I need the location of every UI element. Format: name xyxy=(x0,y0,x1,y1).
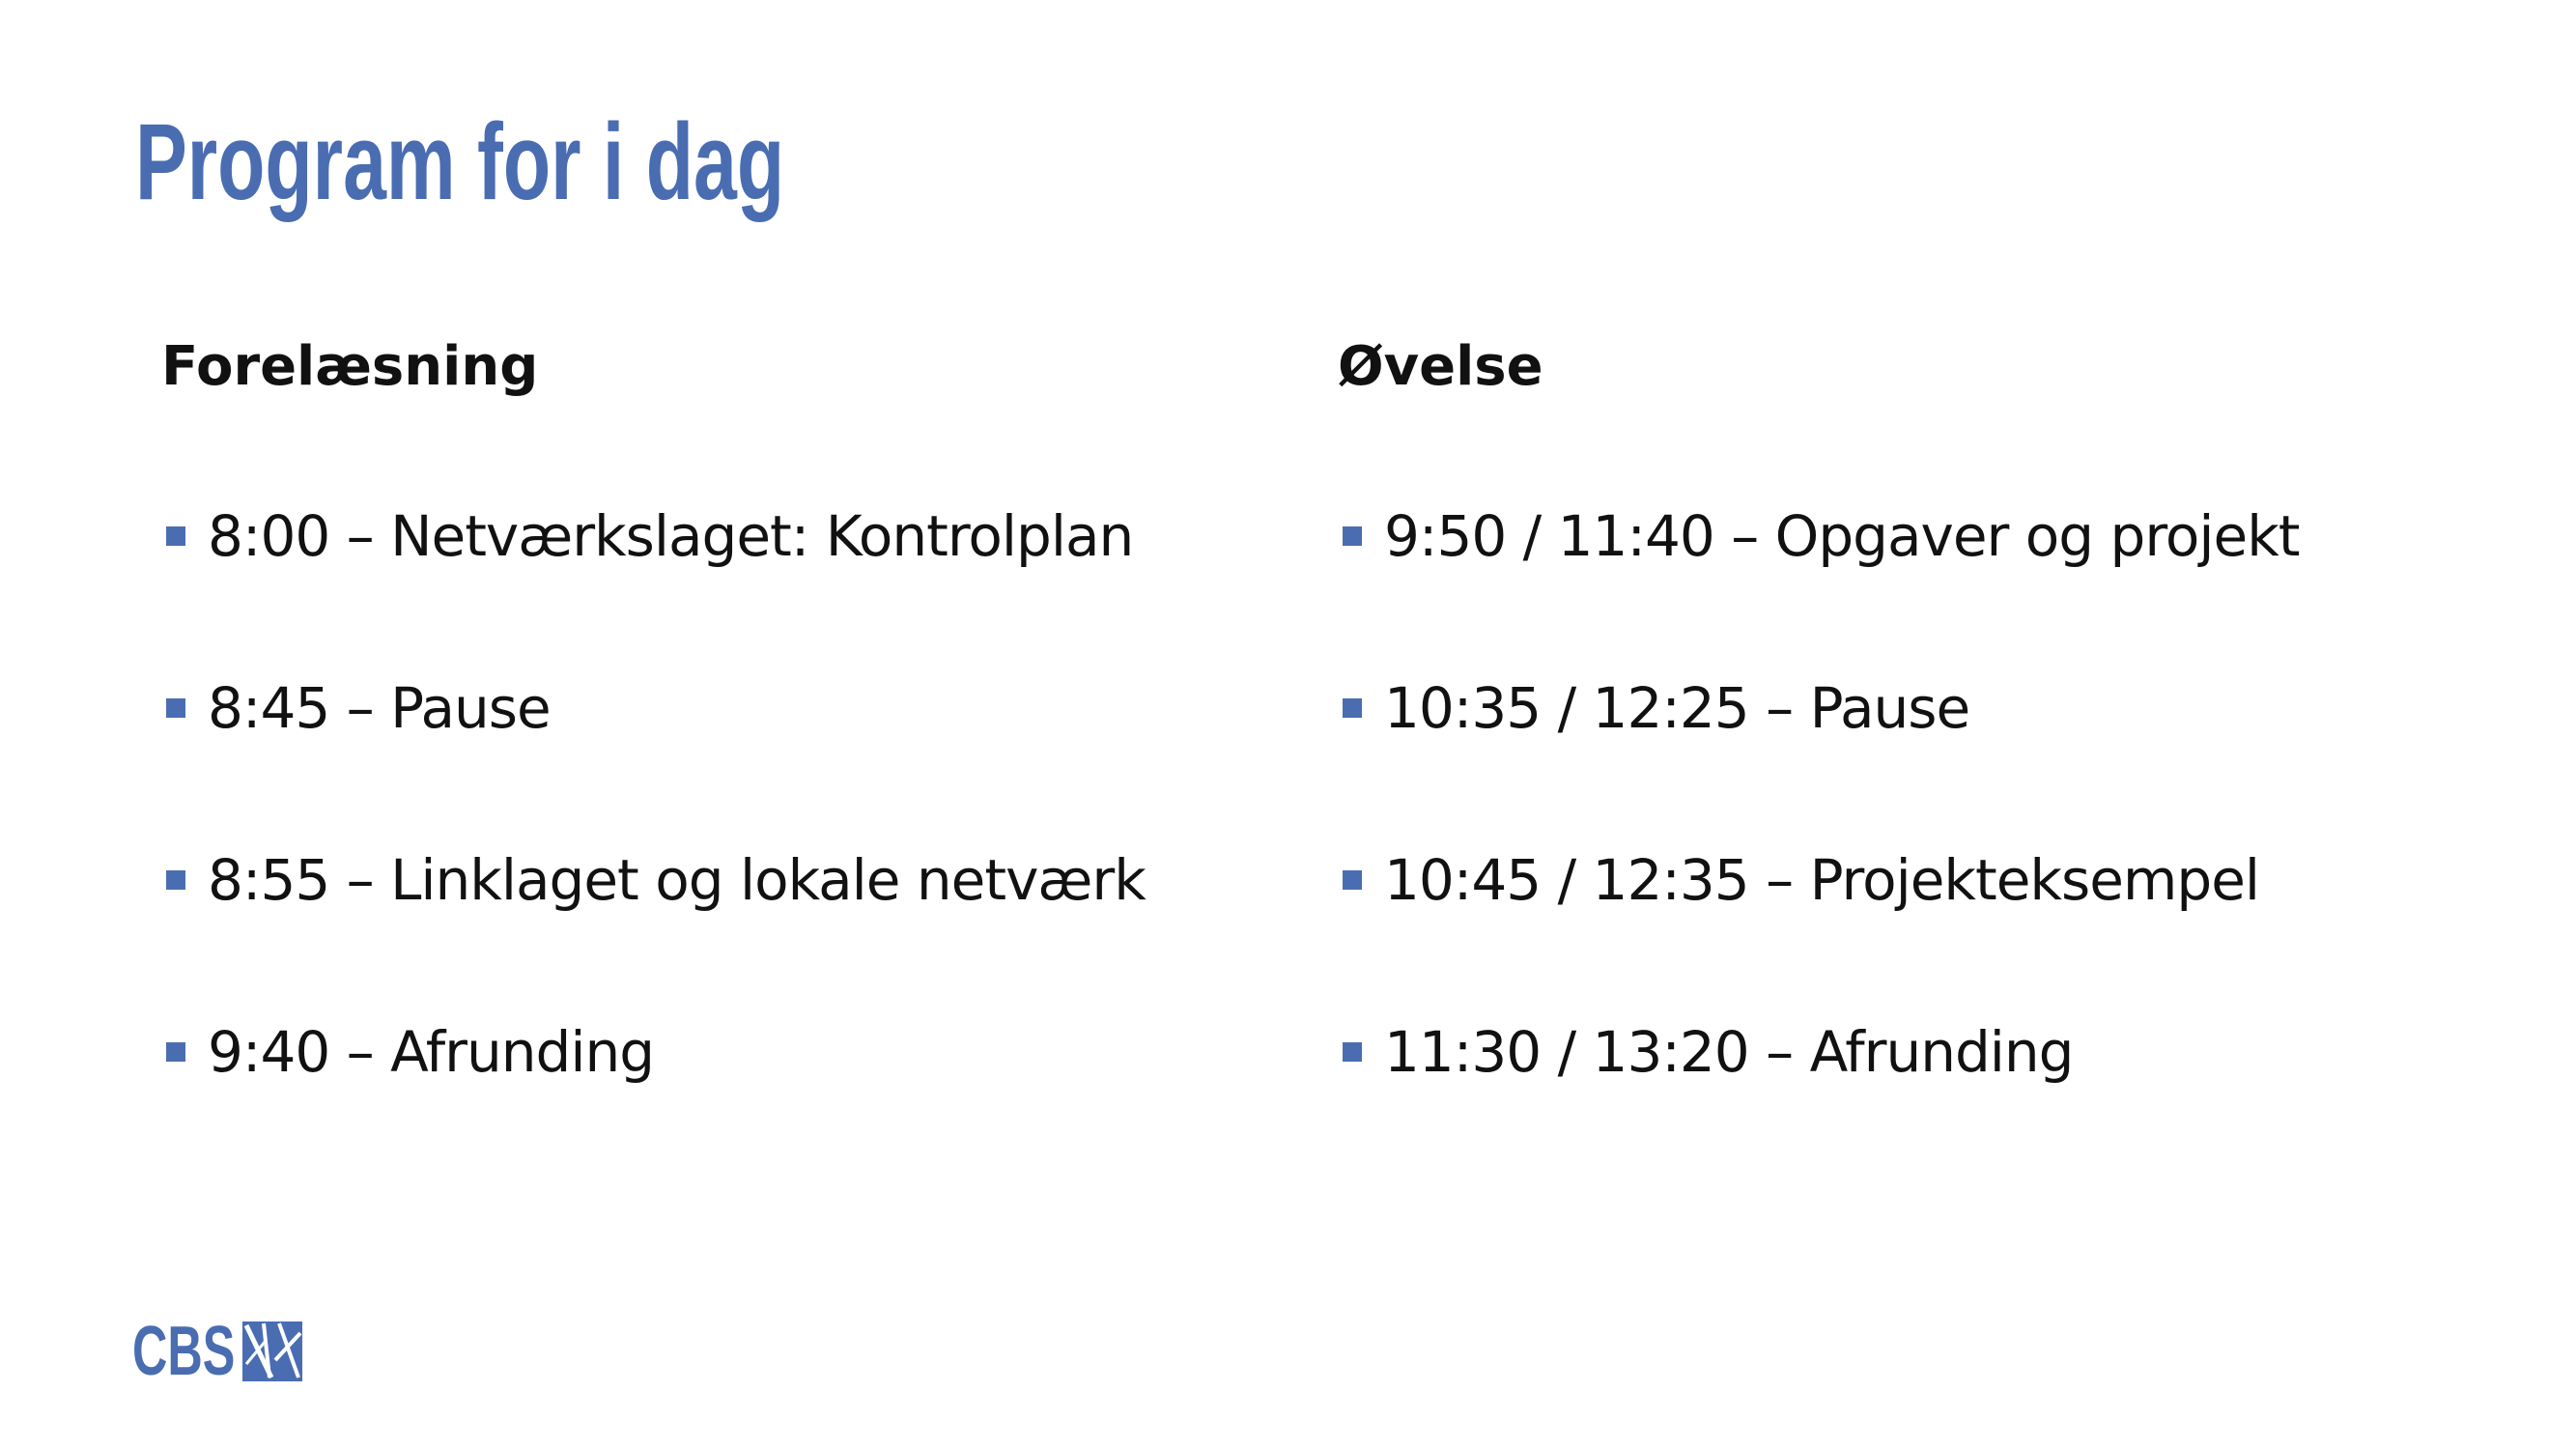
list-item: 8:45 – Pause xyxy=(161,669,1146,841)
list-item: 9:40 – Afrunding xyxy=(161,1013,1146,1185)
bullet-square-icon xyxy=(166,870,185,890)
bullet-square-icon xyxy=(166,526,185,546)
list-item-text: 11:30 / 13:20 – Afrunding xyxy=(1384,1019,2074,1085)
cbs-logo-mark-icon xyxy=(242,1321,302,1381)
list-item: 8:00 – Netværkslaget: Kontrolplan xyxy=(161,497,1146,669)
list-item-text: 10:35 / 12:25 – Pause xyxy=(1384,675,1970,741)
list-item-text: 9:40 – Afrunding xyxy=(208,1019,655,1085)
column-oevelse: Øvelse 9:50 / 11:40 – Opgaver og projekt… xyxy=(1338,328,2497,1085)
schedule-list: 9:50 / 11:40 – Opgaver og projekt 10:35 … xyxy=(1338,497,2301,1185)
column-forelaesning: Forelæsning 8:00 – Netværkslaget: Kontro… xyxy=(161,328,1272,1085)
list-item-text: 8:00 – Netværkslaget: Kontrolplan xyxy=(208,503,1134,569)
list-item-text: 9:50 / 11:40 – Opgaver og projekt xyxy=(1384,503,2301,569)
column-heading: Øvelse xyxy=(1338,335,1543,398)
list-item: 10:35 / 12:25 – Pause xyxy=(1338,669,2300,841)
list-item-text: 10:45 / 12:35 – Projekteksempel xyxy=(1384,847,2260,913)
schedule-list: 8:00 – Netværkslaget: Kontrolplan 8:45 –… xyxy=(161,497,1146,1185)
slide: Program for i dag Forelæsning 8:00 – Net… xyxy=(0,0,2576,1449)
list-item: 8:55 – Linklaget og lokale netværk xyxy=(161,841,1146,1013)
list-item-text: 8:45 – Pause xyxy=(208,675,552,741)
slide-title: Program for i dag xyxy=(135,101,785,222)
logo-text: CBS xyxy=(132,1313,236,1390)
list-item: 10:45 / 12:35 – Projekteksempel xyxy=(1338,841,2300,1013)
bullet-square-icon xyxy=(1343,526,1362,546)
bullet-square-icon xyxy=(1343,1042,1362,1062)
bullet-square-icon xyxy=(166,698,185,718)
bullet-square-icon xyxy=(166,1042,185,1062)
list-item-text: 8:55 – Linklaget og lokale netværk xyxy=(208,847,1146,913)
list-item: 9:50 / 11:40 – Opgaver og projekt xyxy=(1338,497,2301,669)
cbs-logo: CBS xyxy=(132,1313,302,1390)
bullet-square-icon xyxy=(1343,698,1362,718)
list-item: 11:30 / 13:20 – Afrunding xyxy=(1338,1013,2300,1185)
bullet-square-icon xyxy=(1343,870,1362,890)
column-heading: Forelæsning xyxy=(161,335,539,398)
